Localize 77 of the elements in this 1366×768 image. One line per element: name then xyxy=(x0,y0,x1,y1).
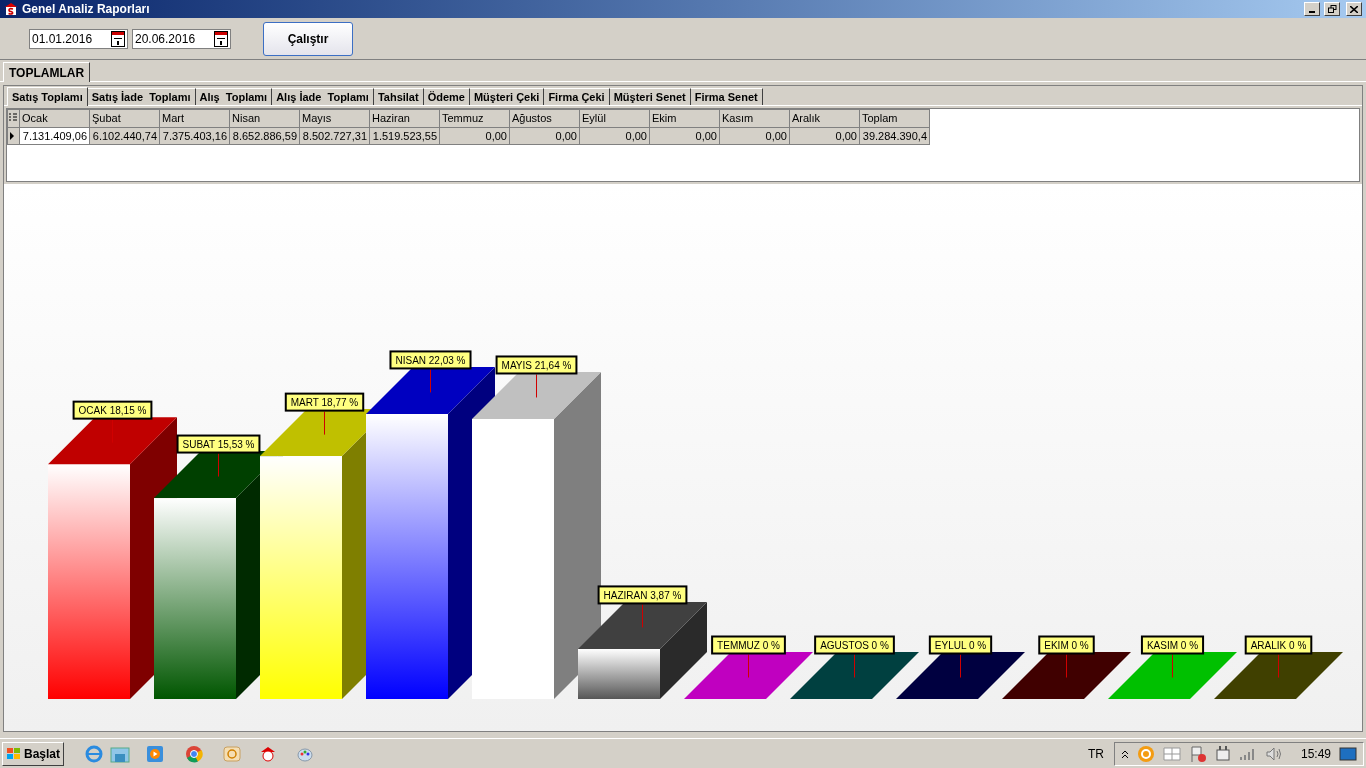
column-header: Temmuz xyxy=(439,109,510,127)
show-desktop-icon[interactable] xyxy=(1339,745,1357,762)
column-header: Toplam xyxy=(859,109,930,127)
leader-line xyxy=(960,654,961,678)
windows-icon[interactable] xyxy=(1162,745,1181,762)
data-label: ARALIK 0 % xyxy=(1244,635,1313,655)
column-header: Ocak xyxy=(19,109,90,127)
tab[interactable]: Firma Çeki xyxy=(544,88,610,105)
clock[interactable]: 15:49 xyxy=(1300,744,1331,763)
leader-line xyxy=(536,374,537,398)
data-label: TEMMUZ 0 % xyxy=(711,635,786,655)
tab[interactable]: Ödeme xyxy=(423,88,470,105)
column-header: Kasım xyxy=(719,109,790,127)
grid-menu-icon[interactable] xyxy=(8,113,18,124)
data-label: KASIM 0 % xyxy=(1140,635,1205,655)
close-button[interactable] xyxy=(1346,2,1362,16)
flag-icon[interactable] xyxy=(1188,744,1207,763)
media-player-icon[interactable] xyxy=(146,744,165,763)
calendar-icon[interactable] xyxy=(111,30,125,47)
column-header: Ağustos xyxy=(509,109,580,127)
data-label: MART 18,77 % xyxy=(284,392,365,412)
run-button[interactable]: Çalıştır xyxy=(263,21,353,56)
column-header: Mayıs xyxy=(299,109,370,127)
leader-line xyxy=(748,654,749,678)
tab[interactable]: Müşteri Senet xyxy=(609,88,691,105)
tab[interactable]: Satış Toplamı xyxy=(7,87,88,106)
tab[interactable]: Alış Toplamı xyxy=(195,88,273,105)
start-button[interactable]: Başlat xyxy=(2,741,65,766)
leader-line xyxy=(642,603,643,628)
data-label: OCAK 18,15 % xyxy=(72,400,153,420)
calendar-icon[interactable] xyxy=(214,30,228,47)
windows-logo-icon xyxy=(6,746,22,761)
column-header: Ekim xyxy=(649,109,720,127)
column-header: Aralık xyxy=(789,109,860,127)
data-label: HAZIRAN 3,87 % xyxy=(597,585,688,605)
restore-button[interactable] xyxy=(1324,2,1340,16)
tab[interactable]: TOPLAMLAR xyxy=(3,62,91,82)
leader-line xyxy=(1278,654,1279,678)
data-label: SUBAT 15,53 % xyxy=(176,434,261,454)
column-header: Mart xyxy=(159,109,230,127)
column-header: Şubat xyxy=(89,109,160,127)
data-label: EYLUL 0 % xyxy=(928,635,993,655)
data-label: AGUSTOS 0 % xyxy=(814,635,895,655)
tab[interactable]: Firma Senet xyxy=(690,88,763,105)
column-header: Eylül xyxy=(579,109,650,127)
column-header: Nisan xyxy=(229,109,300,127)
leader-line xyxy=(1172,654,1173,678)
app-icon xyxy=(4,2,18,16)
date-field[interactable]: 01.01.2016 xyxy=(29,28,128,49)
signal-bars-icon[interactable] xyxy=(1238,746,1257,761)
restore-icon xyxy=(1327,5,1337,13)
leader-line xyxy=(1066,654,1067,678)
column-header: Haziran xyxy=(369,109,440,127)
speaker-icon[interactable] xyxy=(1264,745,1283,762)
window-title: Genel Analiz Raporları xyxy=(22,1,150,18)
close-icon xyxy=(1350,5,1358,13)
leader-line xyxy=(430,368,431,393)
tab[interactable]: Satış İade Toplamı xyxy=(87,88,196,105)
leader-line xyxy=(218,453,219,478)
language-indicator[interactable]: TR xyxy=(1087,744,1104,763)
chat-icon[interactable] xyxy=(222,743,243,764)
tab[interactable]: Tahsilat xyxy=(373,88,424,105)
chrome-icon[interactable] xyxy=(184,743,205,764)
data-label: EKIM 0 % xyxy=(1038,635,1095,655)
minimize-button[interactable] xyxy=(1304,2,1320,16)
tab[interactable]: Müşteri Çeki xyxy=(469,88,545,105)
leader-line xyxy=(324,411,325,436)
power-plug-icon[interactable] xyxy=(1214,744,1231,763)
tab[interactable]: Alış İade Toplamı xyxy=(272,88,374,105)
date-field[interactable]: 20.06.2016 xyxy=(132,28,231,49)
browser-icon[interactable] xyxy=(84,743,105,764)
leader-line xyxy=(854,654,855,678)
data-label: MAYIS 21,64 % xyxy=(495,355,578,375)
folder-icon[interactable] xyxy=(110,744,131,763)
chevron-up-icon[interactable] xyxy=(1120,748,1129,759)
circle-icon[interactable] xyxy=(1136,744,1155,763)
data-label: NISAN 22,03 % xyxy=(389,350,472,370)
